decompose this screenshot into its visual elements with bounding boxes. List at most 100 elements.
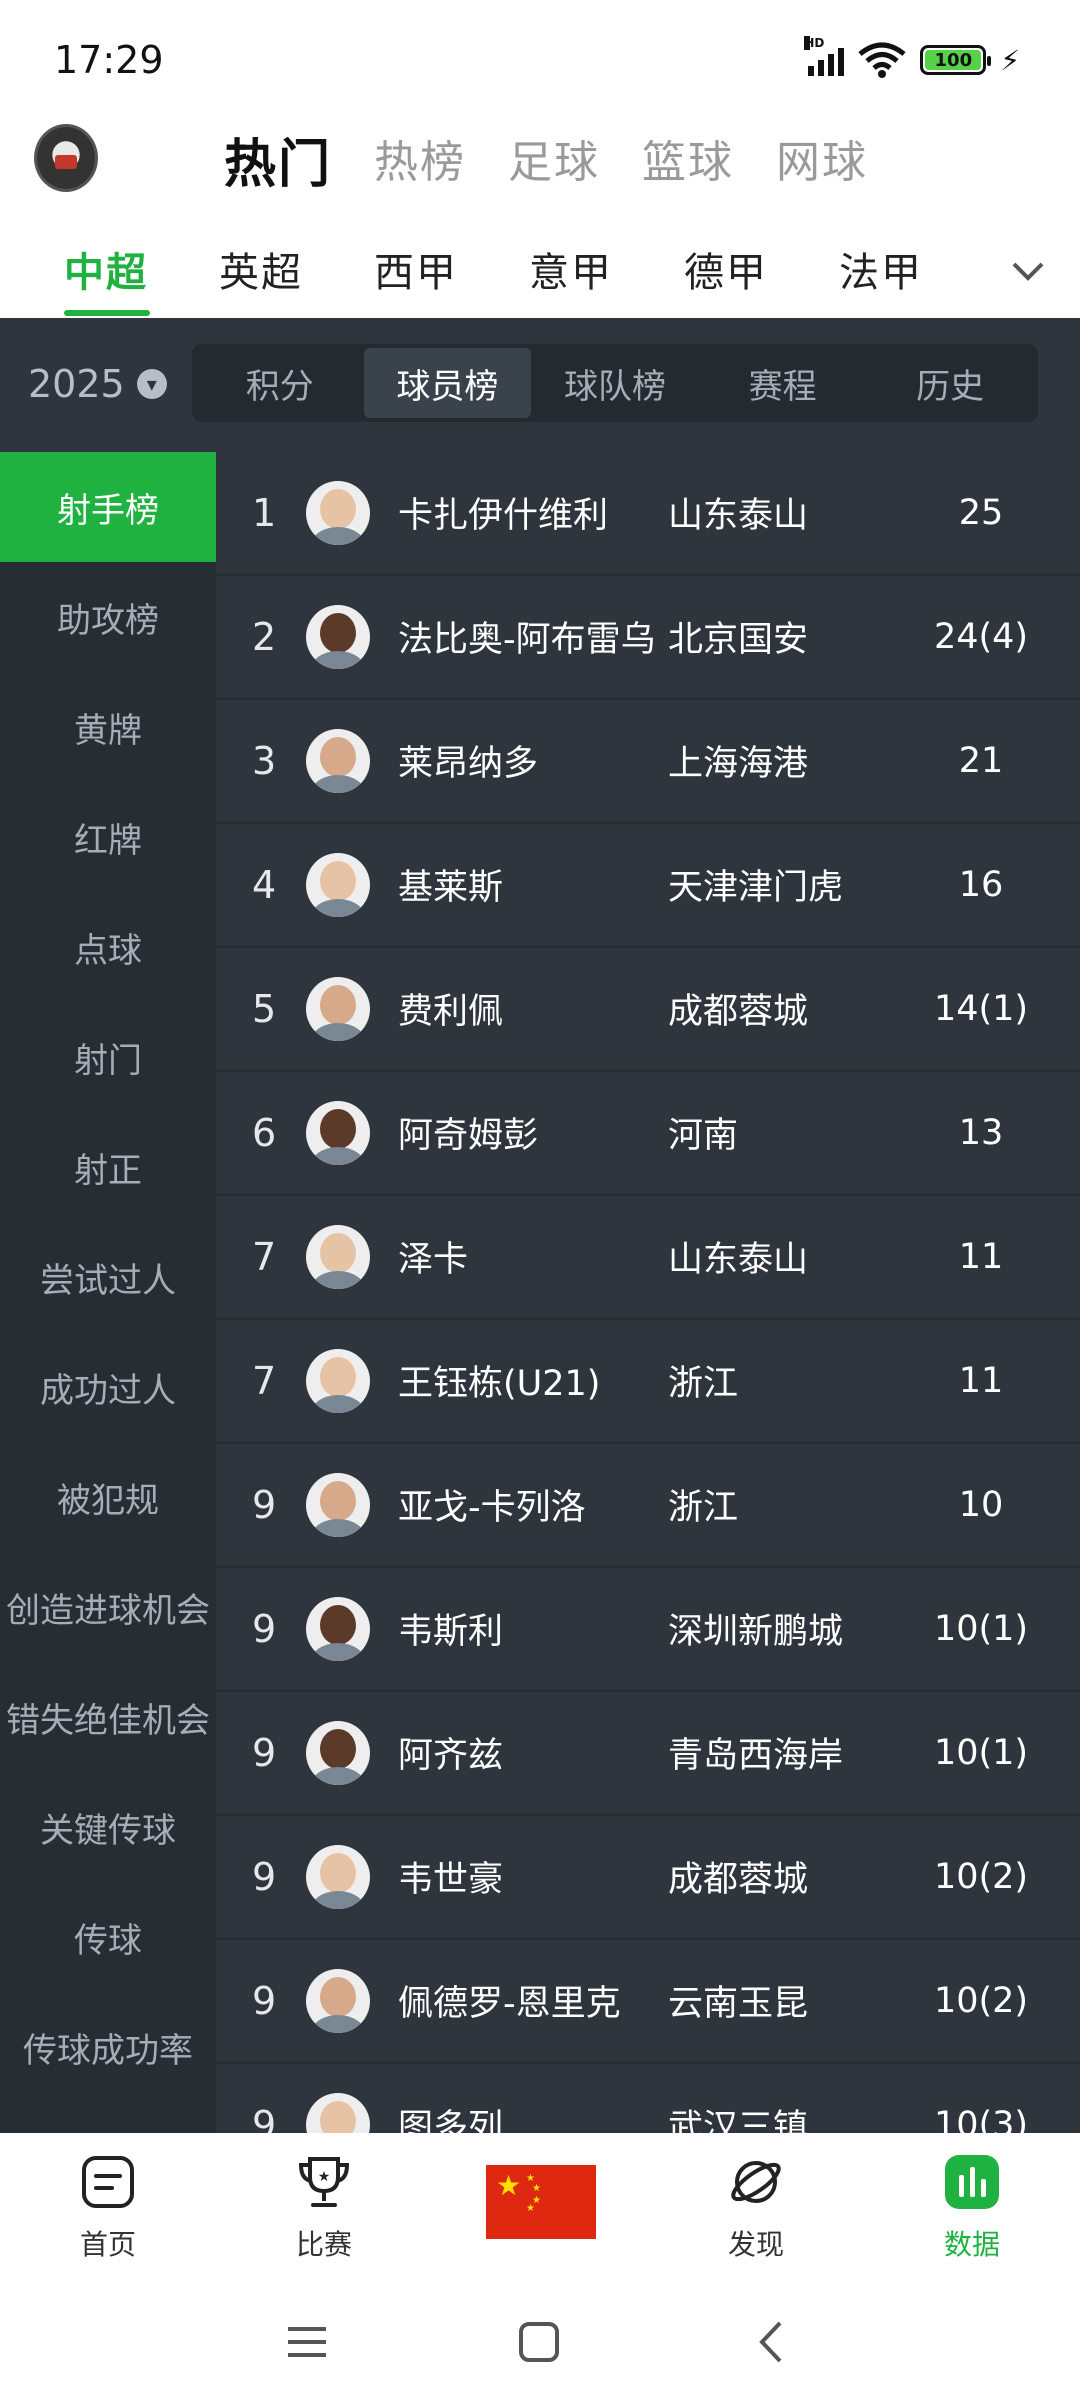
season-selector[interactable]: 2025 ▾ [28,362,167,406]
nav-data[interactable]: 数据 [892,2153,1052,2263]
app-header: 热门 热榜 足球 篮球 网球 [0,110,1080,210]
home-icon[interactable] [516,2319,562,2365]
tab-basketball[interactable]: 篮球 [642,126,734,197]
player-name: 基莱斯 [398,868,504,908]
chevron-down-icon: ▾ [136,369,167,399]
sidebar-item-shots-on-target[interactable]: 射正 [0,1112,216,1222]
sidebar-item-shots[interactable]: 射门 [0,1002,216,1112]
china-flag-icon[interactable]: ★ ★ ★ ★ ★ [486,2165,596,2239]
sidebar-item-penalties[interactable]: 点球 [0,892,216,1002]
player-ranking-list: 1 卡扎伊什维利 山东泰山 25 2 法比奥-阿布雷乌 北京国安 24(4) 3… [216,452,1080,2133]
bottom-nav: 首页 ★ 比赛 ★ ★ ★ ★ ★ 发现 数据 [0,2133,1080,2283]
player-goals: 14(1) [933,988,1029,1029]
league-tab-bundesliga[interactable]: 德甲 [684,240,839,316]
sidebar-item-chances-created[interactable]: 创造进球机会 [0,1552,216,1662]
league-tab-ligue1[interactable]: 法甲 [839,240,994,316]
player-goals: 24(4) [933,616,1029,657]
sidebar-item-passes[interactable]: 传球 [0,1882,216,1992]
player-photo [306,1472,370,1537]
stats-panel: 2025 ▾ 积分 球员榜 球队榜 赛程 历史 射手榜 助攻榜 黄牌 红牌 点球… [0,318,1080,2133]
home-doc-icon [82,2156,134,2208]
league-tab-epl[interactable]: 英超 [219,240,374,316]
table-row[interactable]: 4 基莱斯 天津津门虎 16 [216,824,1080,948]
sidebar-item-assists[interactable]: 助攻榜 [0,562,216,672]
player-rank: 1 [252,490,277,535]
player-rank: 7 [252,1234,277,1279]
table-row[interactable]: 9 佩德罗-恩里克 云南玉昆 10(2) [216,1940,1080,2064]
nav-matches-label: 比赛 [295,2228,352,2261]
league-tab-laliga[interactable]: 西甲 [374,240,529,316]
league-tabs: 中超 英超 西甲 意甲 德甲 法甲 [64,240,994,316]
player-rank: 9 [252,1482,277,1527]
menu-icon[interactable] [284,2319,330,2365]
user-avatar[interactable] [34,124,98,192]
player-team: 武汉三镇 [668,2108,809,2133]
chevron-down-icon[interactable] [1008,250,1048,290]
table-row[interactable]: 7 泽卡 山东泰山 11 [216,1196,1080,1320]
league-bar: 中超 英超 西甲 意甲 德甲 法甲 [0,220,1080,318]
league-tab-seriea[interactable]: 意甲 [529,240,684,316]
segment-player-rank[interactable]: 球员榜 [363,348,532,418]
sidebar-item-red-cards[interactable]: 红牌 [0,782,216,892]
player-team: 天津津门虎 [668,868,844,908]
player-rank: 3 [252,738,277,783]
sidebar-item-dribbles-successful[interactable]: 成功过人 [0,1332,216,1442]
tab-hot[interactable]: 热门 [224,122,332,197]
player-goals: 10(2) [933,1980,1029,2021]
table-row[interactable]: 9 韦世豪 成都蓉城 10(2) [216,1816,1080,1940]
back-icon[interactable] [750,2319,796,2365]
nav-data-label: 数据 [943,2228,1000,2261]
tab-football[interactable]: 足球 [508,126,600,197]
battery-level: 100 [925,50,982,71]
table-row[interactable]: 3 莱昂纳多 上海海港 21 [216,700,1080,824]
segment-schedule[interactable]: 赛程 [699,348,867,418]
tab-hot-list[interactable]: 热榜 [374,126,466,197]
sidebar-item-key-passes[interactable]: 关键传球 [0,1772,216,1882]
wifi-icon [858,42,906,78]
bar-chart-icon [945,2155,999,2209]
table-row[interactable]: 9 阿齐兹 青岛西海岸 10(1) [216,1692,1080,1816]
player-rank: 9 [252,1606,277,1651]
sidebar-item-yellow-cards[interactable]: 黄牌 [0,672,216,782]
player-rank: 9 [252,1978,277,2023]
table-row[interactable]: 7 王钰栋(U21) 浙江 11 [216,1320,1080,1444]
player-name: 费利佩 [398,992,504,1032]
sidebar-item-pass-accuracy[interactable]: 传球成功率 [0,1992,216,2102]
table-row[interactable]: 2 法比奥-阿布雷乌 北京国安 24(4) [216,576,1080,700]
sidebar-item-dribbles-attempted[interactable]: 尝试过人 [0,1222,216,1332]
nav-home[interactable]: 首页 [28,2153,188,2263]
sidebar-item-big-chances-missed[interactable]: 错失绝佳机会 [0,1662,216,1772]
trophy-icon: ★ [298,2157,350,2207]
season-year: 2025 [28,362,125,406]
segment-team-rank[interactable]: 球队榜 [531,348,699,418]
table-row[interactable]: 9 图多列 武汉三镇 10(3) [216,2064,1080,2133]
top-tabs: 热门 热榜 足球 篮球 网球 [224,126,868,197]
sidebar-item-fouled[interactable]: 被犯规 [0,1442,216,1552]
status-icons: HD 100 ⚡ [804,36,1020,80]
table-row[interactable]: 5 费利佩 成都蓉城 14(1) [216,948,1080,1072]
player-name: 法比奥-阿布雷乌 [398,620,656,660]
system-nav-bar [0,2283,1080,2400]
player-name: 韦斯利 [398,1612,504,1652]
segment-history[interactable]: 历史 [866,348,1034,418]
player-name: 图多列 [398,2108,504,2133]
league-tab-csl[interactable]: 中超 [64,240,219,316]
table-row[interactable]: 9 亚戈-卡列洛 浙江 10 [216,1444,1080,1568]
player-goals: 10(2) [933,1856,1029,1897]
segment-standings[interactable]: 积分 [196,348,364,418]
player-photo [306,1100,370,1165]
player-photo [306,2092,370,2133]
tab-tennis[interactable]: 网球 [776,126,868,197]
table-row[interactable]: 1 卡扎伊什维利 山东泰山 25 [216,452,1080,576]
table-row[interactable]: 6 阿奇姆彭 河南 13 [216,1072,1080,1196]
player-team: 成都蓉城 [668,992,809,1032]
player-photo [306,1968,370,2033]
nav-discover[interactable]: 发现 [676,2153,836,2263]
player-name: 阿奇姆彭 [398,1116,539,1156]
sidebar-item-top-scorers[interactable]: 射手榜 [0,452,216,562]
nav-matches[interactable]: ★ 比赛 [244,2153,404,2263]
player-team: 山东泰山 [668,496,809,536]
player-photo [306,1348,370,1413]
table-row[interactable]: 9 韦斯利 深圳新鹏城 10(1) [216,1568,1080,1692]
player-team: 深圳新鹏城 [668,1612,844,1652]
